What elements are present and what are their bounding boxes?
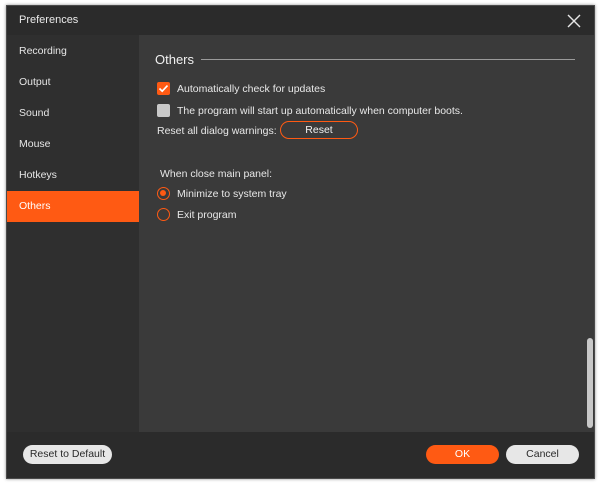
sidebar-item-hotkeys[interactable]: Hotkeys [7,160,139,191]
close-icon [567,14,581,28]
reset-warnings-label: Reset all dialog warnings: [157,125,277,137]
window-title: Preferences [19,14,79,26]
sidebar: Recording Output Sound Mouse Hotkeys Oth… [7,35,139,432]
title-bar: Preferences [7,6,594,36]
sidebar-item-output[interactable]: Output [7,67,139,98]
sidebar-item-sound[interactable]: Sound [7,98,139,129]
cancel-button[interactable]: Cancel [506,445,579,464]
exit-program-radio[interactable] [157,208,170,221]
footer: Reset to Default OK Cancel [7,432,594,478]
check-updates-label: Automatically check for updates [177,83,326,95]
preferences-window: Preferences Recording Output Sound Mouse… [6,5,595,479]
scrollbar[interactable] [584,35,594,432]
reset-to-default-button[interactable]: Reset to Default [23,445,112,464]
minimize-tray-label: Minimize to system tray [177,188,287,200]
auto-start-label: The program will start up automatically … [177,105,463,117]
sidebar-item-others[interactable]: Others [7,191,139,222]
check-updates-checkbox[interactable] [157,82,170,95]
minimize-tray-radio[interactable] [157,187,170,200]
sidebar-item-mouse[interactable]: Mouse [7,129,139,160]
section-divider [201,59,575,60]
section-title: Others [155,52,195,67]
radio-selected-dot [160,190,166,196]
close-button[interactable] [564,11,584,31]
sidebar-item-recording[interactable]: Recording [7,36,139,67]
checkmark-icon [158,85,169,93]
ok-button[interactable]: OK [426,445,499,464]
exit-program-label: Exit program [177,209,237,221]
settings-panel: Others Automatically check for updates T… [139,35,594,432]
auto-start-checkbox[interactable] [157,104,170,117]
reset-warnings-button[interactable]: Reset [280,121,358,139]
scrollbar-thumb[interactable] [587,338,593,428]
close-panel-label: When close main panel: [160,168,273,180]
